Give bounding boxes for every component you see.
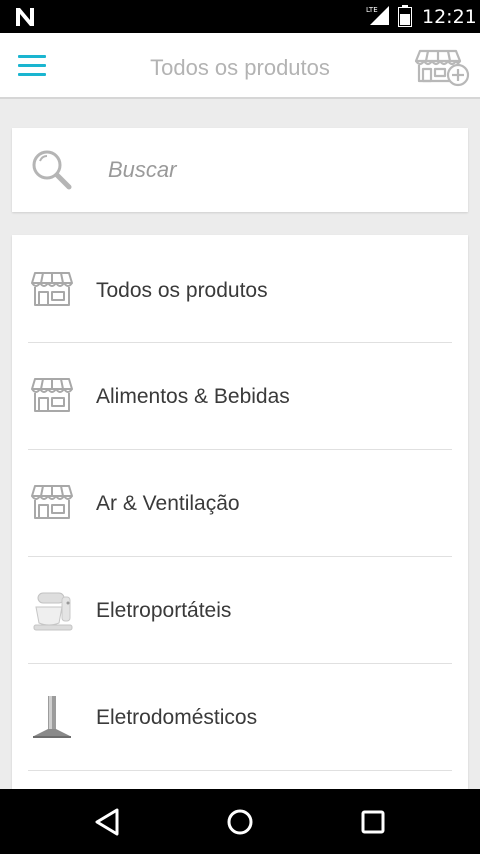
storefront-icon xyxy=(31,272,73,306)
list-item-label: Eletroportáteis xyxy=(96,599,232,622)
network-label: LTE xyxy=(366,6,378,14)
search-bar xyxy=(12,128,468,212)
range-hood-image xyxy=(33,696,71,738)
search-icon xyxy=(32,150,72,190)
home-icon[interactable] xyxy=(222,804,258,840)
list-item[interactable]: Eletrodomésticos xyxy=(12,664,468,770)
list-item[interactable]: Todos os produtos xyxy=(12,237,468,343)
list-item-label: Todos os produtos xyxy=(96,279,268,302)
recents-icon[interactable] xyxy=(355,804,391,840)
list-item-label: Alimentos & Bebidas xyxy=(96,385,290,408)
list-item-label: Ar & Ventilação xyxy=(96,492,240,515)
back-icon[interactable] xyxy=(89,804,125,840)
storefront-icon xyxy=(31,378,73,412)
n-notification-icon xyxy=(16,8,34,26)
app-bar: Todos os produtos xyxy=(0,33,480,99)
status-bar: LTE 12:21 xyxy=(0,0,480,33)
stand-mixer-image xyxy=(33,592,73,631)
list-item[interactable]: Ar & Ventilação xyxy=(12,450,468,556)
divider xyxy=(28,770,452,771)
lte-signal-icon: LTE xyxy=(366,6,389,25)
search-input[interactable] xyxy=(108,150,448,190)
battery-icon xyxy=(398,5,412,27)
storefront-icon xyxy=(31,485,73,519)
list-item[interactable]: Eletroportáteis xyxy=(12,557,468,663)
list-item-label: Eletrodomésticos xyxy=(96,706,258,729)
add-store-icon[interactable] xyxy=(414,47,472,87)
list-item[interactable]: Alimentos & Bebidas xyxy=(12,343,468,449)
category-list: Todos os produtos Alimentos & Bebidas Ar… xyxy=(12,235,468,795)
system-nav-bar xyxy=(0,789,480,854)
page-title: Todos os produtos xyxy=(150,55,330,80)
status-time: 12:21 xyxy=(422,6,477,28)
